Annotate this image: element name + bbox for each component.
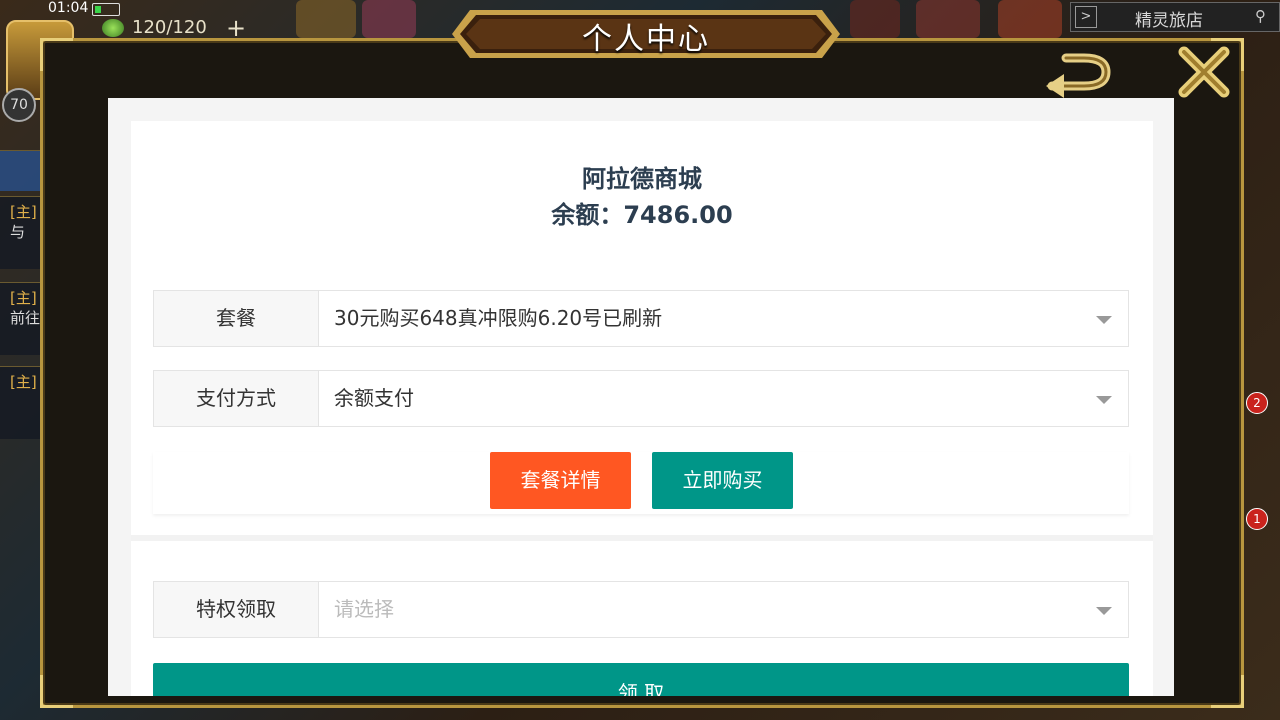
package-select[interactable]: 套餐 30元购买648真冲限购6.20号已刷新 [153,290,1129,347]
buy-now-button[interactable]: 立即购买 [652,452,793,509]
back-button[interactable] [1044,52,1118,98]
privilege-placeholder: 请选择 [334,597,394,621]
quest-item[interactable]: [主] 前往 [0,282,44,355]
close-x-icon [1178,46,1230,98]
quest-text: 与 [10,223,26,241]
privilege-label: 特权领取 [154,582,319,637]
modal-title-plate: 个人中心 [452,6,840,62]
right-hud: 2 1 [1240,100,1280,700]
payment-select[interactable]: 支付方式 余额支付 [153,370,1129,427]
chevron-down-icon [1096,396,1112,404]
inn-label: 精灵旅店 [1135,11,1203,31]
balance-text: 余额：7486.00 [551,201,733,229]
privilege-select[interactable]: 特权领取 请选择 [153,581,1129,638]
notification-badge: 1 [1246,508,1268,530]
inn-button[interactable]: > 精灵旅店 ⚲ [1070,2,1280,32]
package-label: 套餐 [154,291,319,346]
quest-tag: [主] [10,373,37,391]
quest-item[interactable]: [主] 与 [0,196,44,269]
quest-sidebar: [主] 与 [主] 前往 [主] [0,150,44,450]
hud-auction-icon[interactable] [850,0,900,38]
claim-button[interactable]: 领 取 [153,663,1129,696]
quest-tag: [主] [10,289,37,307]
quest-tag: [主] [10,203,37,221]
chevron-down-icon [1096,316,1112,324]
clock-text: 01:04 [48,0,89,16]
modal-title: 个人中心 [582,22,710,57]
purchase-card: 阿拉德商城 余额：7486.00 套餐 30元购买648真冲限购6.20号已刷新… [131,121,1153,535]
hud-character-icon[interactable] [362,0,416,38]
payment-value: 余额支付 [334,386,414,410]
energy-counter: 120/120 [132,17,207,38]
payment-label: 支付方式 [154,371,319,426]
quest-text: 前往 [10,309,41,327]
hud-shop-icon[interactable] [916,0,980,38]
package-details-button[interactable]: 套餐详情 [490,452,631,509]
search-icon[interactable]: ⚲ [1255,7,1273,25]
back-arrow-icon [1046,53,1111,98]
frame-corner [40,675,73,708]
expand-arrow-icon[interactable]: > [1075,6,1097,28]
notification-badge: 2 [1246,392,1268,414]
content-panel: 阿拉德商城 余额：7486.00 套餐 30元购买648真冲限购6.20号已刷新… [108,98,1174,696]
frame-corner [1211,675,1244,708]
battery-icon [92,3,120,16]
shop-name: 阿拉德商城 [582,165,702,193]
hud-event-icon[interactable] [296,0,356,38]
quest-item[interactable]: [主] [0,366,44,439]
sidebar-tool-icon[interactable] [0,150,44,191]
package-value: 30元购买648真冲限购6.20号已刷新 [334,306,663,330]
action-button-row: 套餐详情 立即购买 [153,452,1129,514]
close-button[interactable] [1176,44,1232,100]
frame-corner [40,38,73,71]
hud-gift-icon[interactable] [998,0,1062,38]
energy-icon [102,19,124,37]
privilege-card: 特权领取 请选择 领 取 [131,541,1153,696]
chevron-down-icon [1096,607,1112,615]
player-level-badge: 70 [2,88,36,122]
